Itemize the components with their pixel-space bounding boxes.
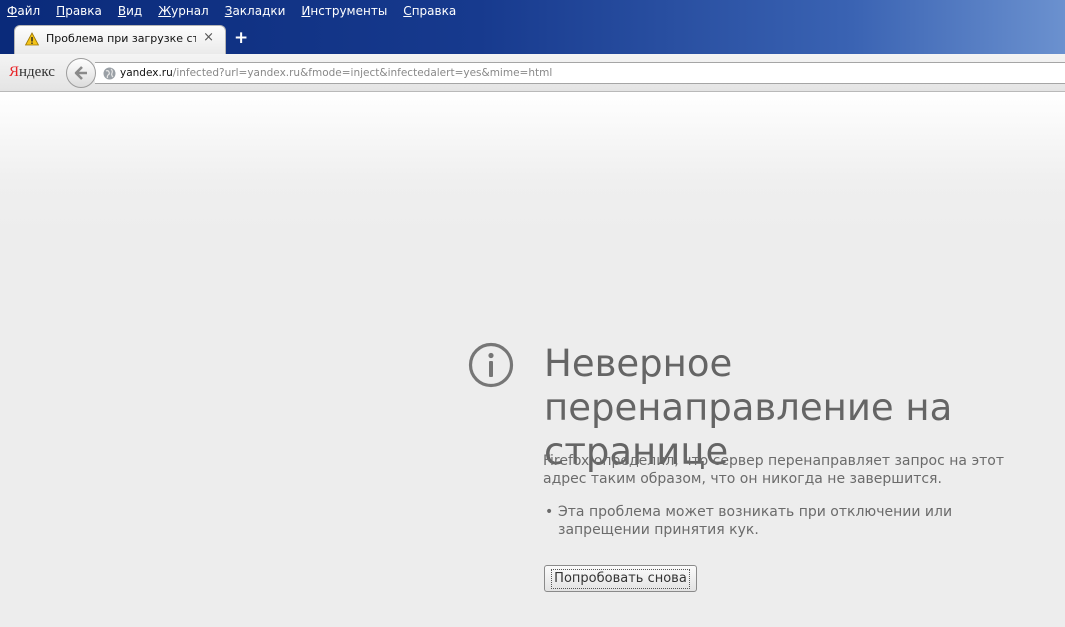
back-arrow-icon <box>74 66 87 80</box>
back-button[interactable] <box>66 58 96 88</box>
yandex-logo[interactable]: Яндекс <box>9 64 55 81</box>
retry-button-label: Попробовать снова <box>551 568 690 589</box>
tab-active[interactable]: Проблема при загрузке стр... × <box>14 25 226 54</box>
navigation-toolbar: Яндекс yandex.ru/infected?url=yandex.ru&… <box>0 54 1065 92</box>
error-page: Неверное перенаправление на странице Fir… <box>0 92 1065 627</box>
url-text[interactable]: yandex.ru/infected?url=yandex.ru&fmode=i… <box>120 67 552 79</box>
menu-help[interactable]: Справка <box>403 1 456 21</box>
menu-bar: Файл Правка Вид Журнал Закладки Инструме… <box>0 0 472 22</box>
retry-button[interactable]: Попробовать снова <box>544 565 697 592</box>
new-tab-button[interactable]: + <box>234 29 248 47</box>
info-icon <box>468 342 514 388</box>
close-tab-icon[interactable]: × <box>203 30 214 46</box>
url-bar[interactable]: yandex.ru/infected?url=yandex.ru&fmode=i… <box>95 62 1065 84</box>
warning-icon <box>25 32 39 46</box>
bullet-icon: • <box>545 504 554 520</box>
globe-icon <box>103 67 116 80</box>
menu-view[interactable]: Вид <box>118 1 142 21</box>
menu-file[interactable]: Файл <box>7 1 40 21</box>
menu-edit[interactable]: Правка <box>56 1 102 21</box>
window-titlebar: Файл Правка Вид Журнал Закладки Инструме… <box>0 0 1065 54</box>
error-description: Firefox определил, что сервер перенаправ… <box>543 453 1005 487</box>
menu-tools[interactable]: Инструменты <box>301 1 387 21</box>
menu-history[interactable]: Журнал <box>158 1 209 21</box>
tab-title: Проблема при загрузке стр... <box>46 32 196 45</box>
error-hint-text: Эта проблема может возникать при отключе… <box>558 504 953 538</box>
menu-bookmarks[interactable]: Закладки <box>225 1 286 21</box>
